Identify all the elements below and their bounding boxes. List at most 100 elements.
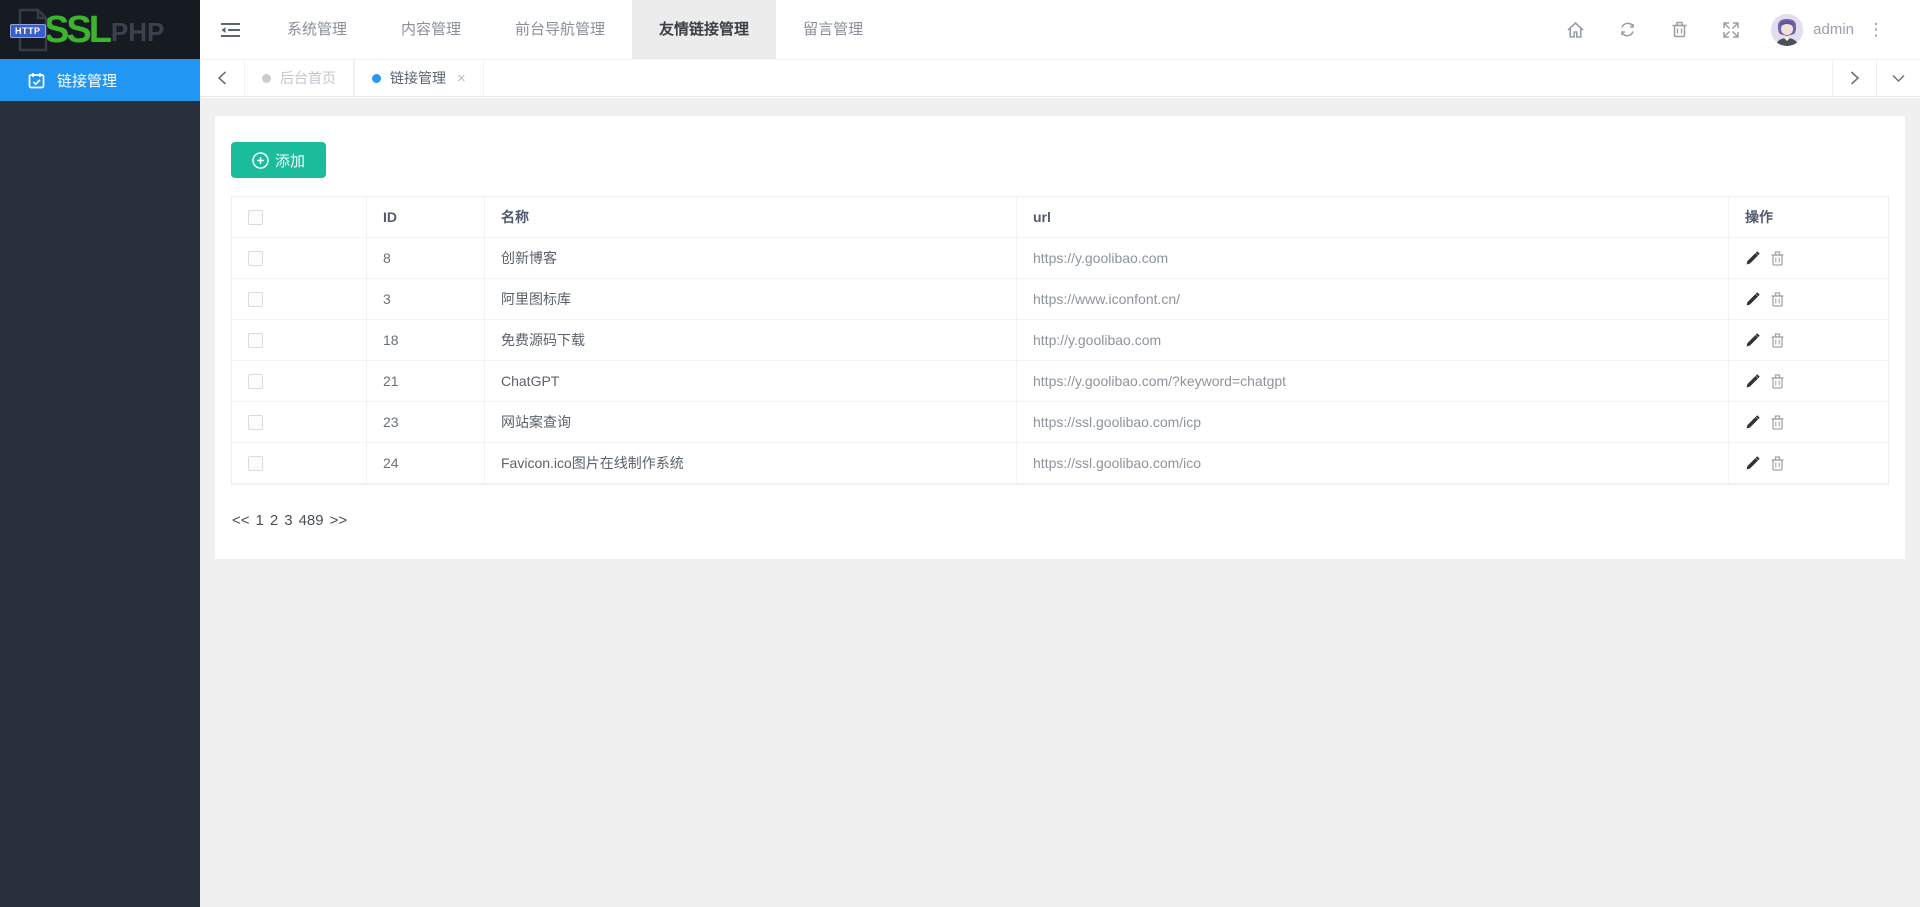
sidebar: HTTP SSL PHP 链接管理 [0, 0, 200, 907]
header-actions: 操作 [1729, 197, 1888, 237]
header-name: 名称 [485, 197, 1017, 237]
row-id: 24 [367, 443, 485, 483]
username-label[interactable]: admin [1813, 21, 1854, 38]
delete-icon[interactable] [1771, 374, 1784, 389]
delete-icon[interactable] [1771, 333, 1784, 348]
tabs-scroll-left-icon[interactable] [200, 60, 244, 96]
table-row: 8 创新博客 https://y.goolibao.com [232, 238, 1888, 279]
table-row: 18 免费源码下载 http://y.goolibao.com [232, 320, 1888, 361]
sidebar-item-link-management[interactable]: 链接管理 [0, 59, 200, 101]
row-name: 创新博客 [485, 238, 1017, 278]
row-name: 免费源码下载 [485, 320, 1017, 360]
top-navbar: 系统管理 内容管理 前台导航管理 友情链接管理 留言管理 [200, 0, 1920, 59]
row-name: 阿里图标库 [485, 279, 1017, 319]
topnav-item-label: 留言管理 [803, 21, 863, 38]
tab-status-dot [262, 74, 271, 83]
pagination-item[interactable]: >> [330, 512, 348, 529]
edit-icon[interactable] [1745, 415, 1760, 430]
tab-label: 后台首页 [280, 68, 336, 88]
pagination-item[interactable]: 1 [256, 512, 264, 529]
plus-circle-icon [252, 152, 269, 169]
topnav-item[interactable]: 内容管理 [374, 0, 488, 59]
http-badge: HTTP [10, 24, 46, 38]
table-row: 21 ChatGPT https://y.goolibao.com/?keywo… [232, 361, 1888, 402]
menu-fold-icon[interactable] [200, 0, 260, 59]
delete-icon[interactable] [1771, 251, 1784, 266]
add-button[interactable]: 添加 [231, 142, 326, 178]
tabs-menu-chevron-down-icon[interactable] [1876, 60, 1920, 96]
logo-document-icon: HTTP [16, 8, 50, 52]
row-url: http://y.goolibao.com [1017, 320, 1729, 360]
row-url: https://y.goolibao.com [1017, 238, 1729, 278]
row-checkbox[interactable] [248, 456, 263, 471]
row-url: https://y.goolibao.com/?keyword=chatgpt [1017, 361, 1729, 401]
row-checkbox[interactable] [248, 251, 263, 266]
trash-icon[interactable] [1653, 0, 1705, 59]
row-id: 23 [367, 402, 485, 442]
delete-icon[interactable] [1771, 415, 1784, 430]
edit-icon[interactable] [1745, 292, 1760, 307]
tab-status-dot [372, 74, 381, 83]
row-id: 21 [367, 361, 485, 401]
tab[interactable]: 后台首页 [244, 60, 354, 96]
row-id: 8 [367, 238, 485, 278]
edit-icon[interactable] [1745, 251, 1760, 266]
table-header-row: ID 名称 url 操作 [232, 197, 1888, 238]
topnav-item[interactable]: 系统管理 [260, 0, 374, 59]
home-icon[interactable] [1549, 0, 1601, 59]
table-row: 24 Favicon.ico图片在线制作系统 https://ssl.gooli… [232, 443, 1888, 484]
avatar[interactable] [1771, 14, 1803, 46]
edit-icon[interactable] [1745, 456, 1760, 471]
tab-label: 链接管理 [390, 68, 446, 88]
topnav-item-label: 系统管理 [287, 21, 347, 38]
sidebar-item-label: 链接管理 [57, 70, 117, 91]
row-url: https://ssl.goolibao.com/ico [1017, 443, 1729, 483]
app-logo: HTTP SSL PHP [0, 0, 200, 59]
topnav-item[interactable]: 前台导航管理 [488, 0, 632, 59]
topnav-item-label: 友情链接管理 [659, 21, 749, 38]
calendar-check-icon [28, 72, 45, 89]
refresh-icon[interactable] [1601, 0, 1653, 59]
logo-php-text: PHP [111, 17, 164, 48]
row-url: https://ssl.goolibao.com/icp [1017, 402, 1729, 442]
links-card: 添加 ID 名称 url 操作 8 创新博客 https://y.gooliba… [215, 116, 1905, 559]
row-url: https://www.iconfont.cn/ [1017, 279, 1729, 319]
tab-bar: 后台首页 链接管理 × [200, 59, 1920, 97]
row-id: 18 [367, 320, 485, 360]
edit-icon[interactable] [1745, 333, 1760, 348]
row-name: ChatGPT [485, 361, 1017, 401]
row-name: 网站案查询 [485, 402, 1017, 442]
pagination-item[interactable]: 489 [299, 512, 324, 529]
topnav-item-label: 内容管理 [401, 21, 461, 38]
row-checkbox[interactable] [248, 292, 263, 307]
tabs: 后台首页 链接管理 × [244, 60, 1832, 96]
delete-icon[interactable] [1771, 456, 1784, 471]
row-id: 3 [367, 279, 485, 319]
topnav-item[interactable]: 留言管理 [776, 0, 890, 59]
logo-ssl-text: SSL [44, 11, 109, 49]
pagination: << 1 2 3 489 >> [231, 512, 1889, 529]
fullscreen-icon[interactable] [1705, 0, 1757, 59]
header-id: ID [367, 197, 485, 237]
topbar-actions: admin ⋮ [1549, 0, 1920, 59]
row-name: Favicon.ico图片在线制作系统 [485, 443, 1017, 483]
main-content: 添加 ID 名称 url 操作 8 创新博客 https://y.gooliba… [200, 98, 1920, 907]
row-checkbox[interactable] [248, 374, 263, 389]
select-all-checkbox[interactable] [248, 210, 263, 225]
edit-icon[interactable] [1745, 374, 1760, 389]
tabs-scroll-right-icon[interactable] [1832, 60, 1876, 96]
table-row: 23 网站案查询 https://ssl.goolibao.com/icp [232, 402, 1888, 443]
table-row: 3 阿里图标库 https://www.iconfont.cn/ [232, 279, 1888, 320]
more-menu-icon[interactable]: ⋮ [1854, 0, 1898, 59]
add-button-label: 添加 [275, 150, 305, 171]
pagination-item[interactable]: 2 [270, 512, 278, 529]
topnav-item-label: 前台导航管理 [515, 21, 605, 38]
row-checkbox[interactable] [248, 415, 263, 430]
topnav-item[interactable]: 友情链接管理 [632, 0, 776, 59]
pagination-item[interactable]: 3 [284, 512, 292, 529]
tab[interactable]: 链接管理 × [354, 60, 484, 96]
tab-close-icon[interactable]: × [457, 70, 466, 87]
delete-icon[interactable] [1771, 292, 1784, 307]
pagination-item[interactable]: << [232, 512, 250, 529]
row-checkbox[interactable] [248, 333, 263, 348]
